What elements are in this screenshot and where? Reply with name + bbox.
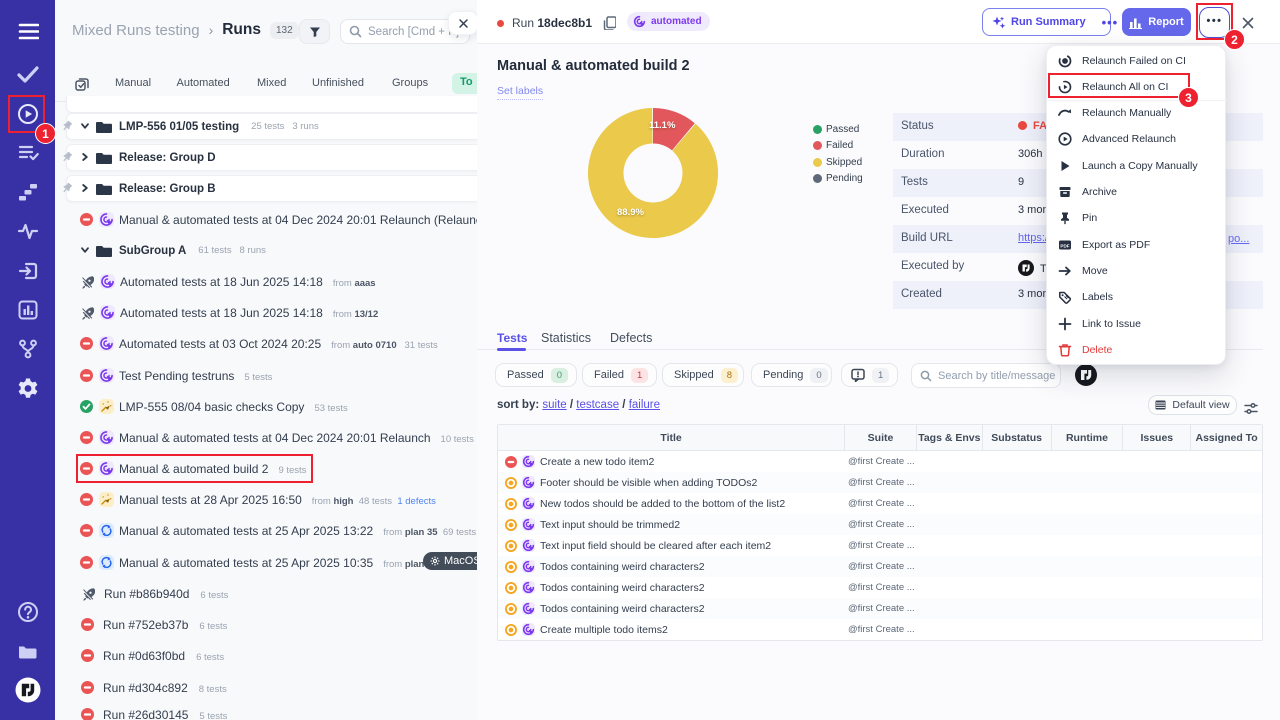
svg-text:PDF: PDF	[1060, 243, 1069, 248]
